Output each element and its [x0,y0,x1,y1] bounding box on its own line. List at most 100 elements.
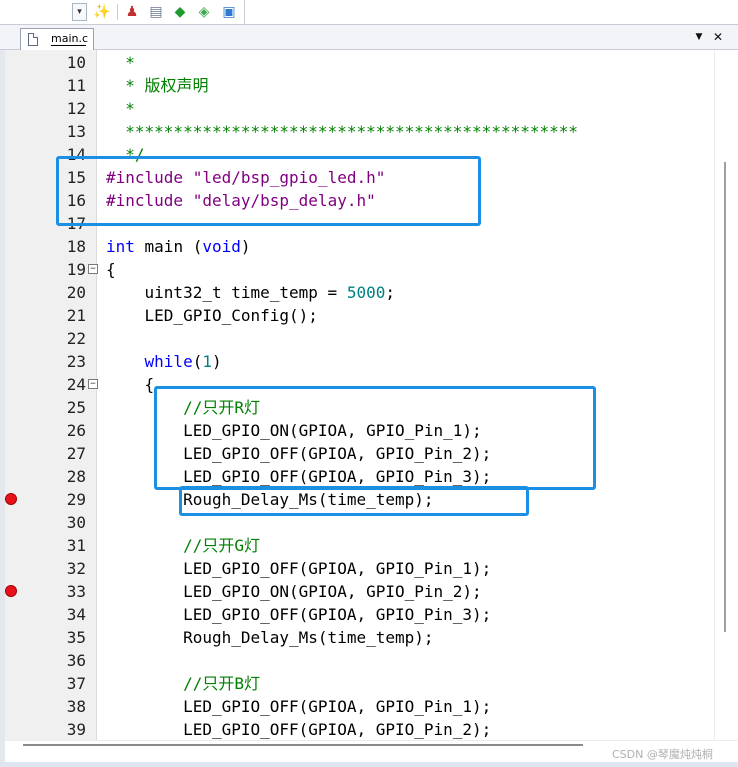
line-number: 36 [66,651,86,670]
line-number: 19 [66,260,86,279]
code-line[interactable]: { [106,373,155,396]
code-line[interactable]: LED_GPIO_OFF(GPIOA, GPIO_Pin_2); [106,718,491,740]
windows-stack-icon[interactable]: ▤ [146,2,166,22]
code-line[interactable]: * [106,51,135,74]
code-token: LED_GPIO_OFF(GPIOA, GPIO_Pin_1); [106,697,492,716]
code-token: LED_GPIO_OFF(GPIOA, GPIO_Pin_3); [106,605,492,624]
code-token: ****************************************… [106,122,579,141]
code-token: * 版权声明 [106,76,209,95]
line-number: 23 [66,352,86,371]
code-token: * [106,99,135,118]
code-token: LED_GPIO_OFF(GPIOA, GPIO_Pin_2); [106,720,492,739]
line-number: 33 [66,582,86,601]
line-number: 37 [66,674,86,693]
status-strip [0,762,738,767]
code-line[interactable]: LED_GPIO_OFF(GPIOA, GPIO_Pin_1); [106,695,491,718]
line-number: 29 [66,490,86,509]
code-token: while [144,352,193,371]
code-line[interactable]: LED_GPIO_Config(); [106,304,318,327]
line-number: 26 [66,421,86,440]
line-number: 20 [66,283,86,302]
tab-list-dropdown-icon[interactable]: ▼ [692,28,706,46]
watermark: CSDN @琴魔炖炖桐 [612,748,713,761]
code-token: { [106,375,155,394]
line-number: 30 [66,513,86,532]
toolbar-separator [117,4,118,20]
highlight-delay-box [179,486,529,516]
code-line[interactable]: LED_GPIO_OFF(GPIOA, GPIO_Pin_1); [106,557,491,580]
code-line[interactable]: uint32_t time_temp = 5000; [106,281,395,304]
code-line[interactable]: LED_GPIO_ON(GPIOA, GPIO_Pin_2); [106,580,482,603]
code-line[interactable]: LED_GPIO_OFF(GPIOA, GPIO_Pin_3); [106,603,491,626]
ide-window: ▾ ✨ ♟ ▤ ◆ ◈ ▣ main.c ▼ ✕ 10 11 12 13 14 15 16 1… [0,0,738,767]
line-number: 39 [66,720,86,739]
code-line[interactable]: while(1) [106,350,222,373]
tab-main-c[interactable]: main.c [20,28,94,50]
code-line[interactable]: Rough_Delay_Ms(time_temp); [106,626,434,649]
line-number: 21 [66,306,86,325]
tab-strip: main.c ▼ ✕ [0,24,738,50]
dropdown-arrow-icon[interactable]: ▾ [72,3,87,21]
code-line[interactable]: int main (void) [106,235,251,258]
code-line[interactable]: //只开B灯 [106,672,260,695]
diamond-settings-icon[interactable]: ◈ [194,2,214,22]
vertical-scrollbar[interactable] [714,50,738,740]
tab-label: main.c [51,32,89,45]
code-token: main ( [134,237,203,256]
code-line[interactable]: * [106,97,135,120]
code-token: ( [192,352,203,371]
line-number: 28 [66,467,86,486]
highlight-r-led-box [154,386,596,490]
line-number: 18 [66,237,86,256]
translate-icon[interactable]: ▣ [219,2,239,22]
fold-toggle-icon[interactable]: − [88,264,98,274]
code-token: 1 [202,352,212,371]
code-token: void [202,237,241,256]
code-token: uint32_t time_temp = [106,283,347,302]
code-line[interactable]: //只开G灯 [106,534,260,557]
code-token: * [106,53,135,72]
toolbar-end-divider [244,0,245,24]
vertical-scroll-thumb[interactable] [724,162,726,632]
line-number-gutter[interactable]: 10 11 12 13 14 15 16 17 18 19 20 21 22 23 24 25 26 27 28 29… [5,50,97,740]
code-line[interactable]: * 版权声明 [106,74,209,97]
line-number: 38 [66,697,86,716]
close-icon[interactable]: ✕ [711,28,725,46]
magic-wand-icon[interactable]: ✨ [92,2,112,22]
line-number: 13 [66,122,86,141]
code-editor[interactable]: 10 11 12 13 14 15 16 17 18 19 20 21 22 23 24 25 26 27 28 29… [0,50,738,767]
file-icon [28,33,38,46]
code-line[interactable]: ****************************************… [106,120,578,143]
code-token: //只开B灯 [106,674,260,693]
fold-toggle-icon[interactable]: − [88,379,98,389]
highlight-include-box [56,156,481,226]
horizontal-scroll-thumb[interactable] [23,744,583,746]
tab-active-underline [51,45,86,46]
code-token: //只开G灯 [106,536,260,555]
code-token: LED_GPIO_OFF(GPIOA, GPIO_Pin_1); [106,559,492,578]
line-number: 27 [66,444,86,463]
line-number: 35 [66,628,86,647]
line-number: 22 [66,329,86,348]
diamond-debug-icon[interactable]: ◆ [170,2,190,22]
code-line[interactable]: { [106,258,116,281]
line-number: 24 [66,375,86,394]
code-token: 5000 [346,283,386,302]
code-token: { [106,260,116,279]
breakpoint-icon[interactable] [5,585,17,597]
toolbar: ▾ ✨ ♟ ▤ ◆ ◈ ▣ [0,0,738,24]
breakpoint-icon[interactable] [5,493,17,505]
code-token: Rough_Delay_Ms(time_temp); [106,628,434,647]
code-token: ) [240,237,251,256]
line-number: 10 [66,53,86,72]
line-number: 34 [66,605,86,624]
line-number: 25 [66,398,86,417]
code-token: ; [385,283,395,302]
line-number: 32 [66,559,86,578]
code-token: LED_GPIO_Config(); [106,306,318,325]
code-token: LED_GPIO_ON(GPIOA, GPIO_Pin_2); [106,582,482,601]
line-number: 31 [66,536,86,555]
code-token: ) [211,352,222,371]
build-target-icon[interactable]: ♟ [122,2,142,22]
